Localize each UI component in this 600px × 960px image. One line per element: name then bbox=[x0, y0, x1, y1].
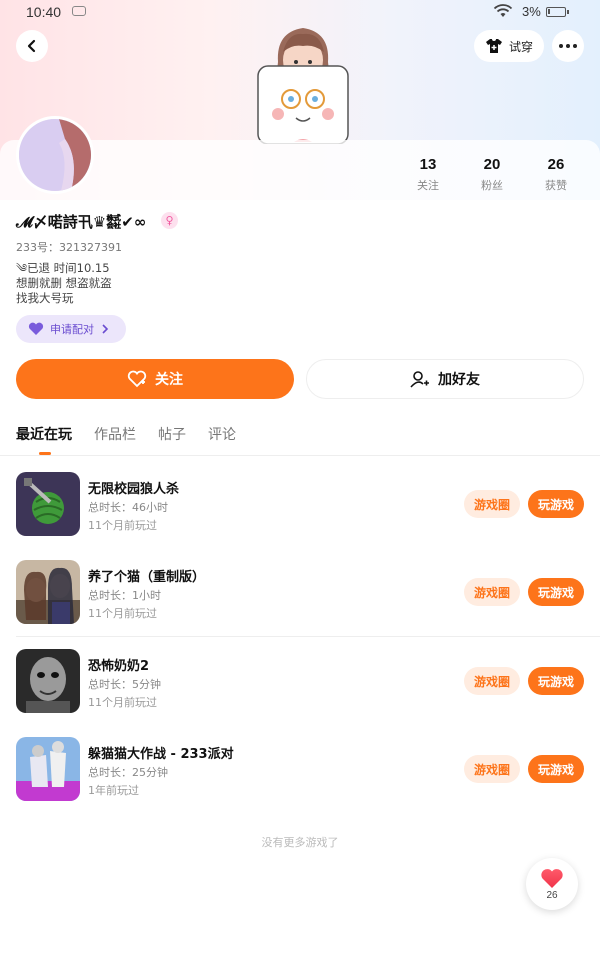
avatar[interactable] bbox=[16, 116, 94, 194]
wifi-icon bbox=[493, 4, 513, 17]
more-options-button[interactable] bbox=[552, 30, 584, 62]
stat-number: 26 bbox=[547, 156, 565, 173]
heart-plus-icon bbox=[127, 370, 147, 388]
watermelon-game-icon bbox=[16, 472, 80, 536]
game-last-played: 11个月前玩过 bbox=[88, 696, 157, 709]
chevron-right-icon bbox=[102, 324, 109, 334]
game-circle-button[interactable]: 游戏圈 bbox=[464, 490, 520, 518]
play-game-button[interactable]: 玩游戏 bbox=[528, 667, 584, 695]
add-user-icon bbox=[410, 371, 429, 388]
avatar-image bbox=[19, 119, 91, 191]
game-circle-button[interactable]: 游戏圈 bbox=[464, 578, 520, 606]
divider bbox=[16, 636, 600, 637]
user-id: 233号：321327391 bbox=[16, 241, 122, 254]
hide-and-seek-game-icon bbox=[16, 737, 80, 801]
like-button[interactable]: 26 bbox=[526, 858, 578, 910]
divider bbox=[0, 455, 600, 456]
bio-line: 找我大号玩 bbox=[16, 291, 74, 305]
game-icon bbox=[16, 472, 80, 536]
game-title: 躲猫猫大作战 - 233派对 bbox=[88, 747, 234, 762]
game-last-played: 11个月前玩过 bbox=[88, 519, 157, 532]
more-dot-icon bbox=[566, 44, 570, 48]
game-last-played: 11个月前玩过 bbox=[88, 607, 157, 620]
game-row[interactable]: 恐怖奶奶2 总时长：5分钟 11个月前玩过 游戏圈 玩游戏 bbox=[16, 649, 584, 719]
stat-number: 20 bbox=[483, 156, 501, 173]
game-duration: 总时长：1小时 bbox=[88, 589, 161, 602]
end-of-list-text: 没有更多游戏了 bbox=[261, 836, 339, 849]
stat-label: 获赞 bbox=[545, 179, 567, 192]
game-row[interactable]: 养了个猫（重制版） 总时长：1小时 11个月前玩过 游戏圈 玩游戏 bbox=[16, 560, 584, 630]
game-duration: 总时长：5分钟 bbox=[88, 678, 161, 691]
game-circle-button[interactable]: 游戏圈 bbox=[464, 667, 520, 695]
follow-label: 关注 bbox=[155, 372, 183, 388]
try-on-button[interactable]: 试穿 bbox=[474, 30, 544, 62]
game-title: 无限校园狼人杀 bbox=[88, 482, 180, 497]
stat-likes: 26 获赞 bbox=[524, 156, 588, 193]
granny-game-icon bbox=[16, 649, 80, 713]
game-title: 恐怖奶奶2 bbox=[88, 659, 150, 674]
stat-number: 13 bbox=[419, 156, 437, 173]
like-count: 26 bbox=[546, 890, 558, 901]
tab-recent-play[interactable]: 最近在玩 bbox=[16, 424, 72, 444]
female-gender-icon: ♀ bbox=[161, 212, 178, 229]
bio: ༄已退 时间10.15 想删就删 想盗就盗 找我大号玩 bbox=[16, 261, 112, 306]
profile-stats: 13 关注 20 粉丝 26 获赞 bbox=[396, 156, 588, 193]
add-friend-button[interactable]: 加好友 bbox=[306, 359, 584, 399]
stat-label: 粉丝 bbox=[481, 179, 503, 192]
more-dot-icon bbox=[573, 44, 577, 48]
notification-icon bbox=[72, 6, 86, 16]
follow-button[interactable]: 关注 bbox=[16, 359, 294, 399]
profile-tabs: 最近在玩 作品栏 帖子 评论 bbox=[16, 424, 236, 444]
character-avatar-3d bbox=[257, 28, 349, 144]
back-button[interactable] bbox=[16, 30, 48, 62]
request-pair-label: 申请配对 bbox=[50, 323, 94, 336]
stat-label: 关注 bbox=[417, 179, 439, 192]
battery-icon bbox=[546, 7, 569, 17]
tab-works[interactable]: 作品栏 bbox=[94, 424, 136, 444]
game-icon bbox=[16, 737, 80, 801]
nickname: 𝓜〆喏詩卂♛㍿✔∞ bbox=[16, 213, 147, 231]
heart-icon bbox=[541, 869, 563, 888]
game-row[interactable]: 躲猫猫大作战 - 233派对 总时长：25分钟 1年前玩过 游戏圈 玩游戏 bbox=[16, 737, 584, 807]
play-game-button[interactable]: 玩游戏 bbox=[528, 755, 584, 783]
stat-followers[interactable]: 20 粉丝 bbox=[460, 156, 524, 193]
play-game-button[interactable]: 玩游戏 bbox=[528, 578, 584, 606]
more-dot-icon bbox=[559, 44, 563, 48]
game-row[interactable]: 无限校园狼人杀 总时长：46小时 11个月前玩过 游戏圈 玩游戏 bbox=[16, 472, 584, 542]
chevron-left-icon bbox=[27, 39, 36, 53]
tab-comments[interactable]: 评论 bbox=[208, 424, 236, 444]
game-duration: 总时长：25分钟 bbox=[88, 766, 168, 779]
play-game-button[interactable]: 玩游戏 bbox=[528, 490, 584, 518]
game-duration: 总时长：46小时 bbox=[88, 501, 168, 514]
game-icon bbox=[16, 560, 80, 624]
game-last-played: 1年前玩过 bbox=[88, 784, 139, 797]
request-pair-button[interactable]: 申请配对 bbox=[16, 315, 126, 343]
add-friend-label: 加好友 bbox=[438, 372, 480, 388]
heart-icon bbox=[28, 322, 44, 335]
game-icon bbox=[16, 649, 80, 713]
game-title: 养了个猫（重制版） bbox=[88, 570, 206, 585]
status-time: 10:40 bbox=[26, 4, 62, 20]
battery-percent: 3% bbox=[522, 4, 541, 19]
anime-girls-game-icon bbox=[16, 560, 80, 624]
stat-following[interactable]: 13 关注 bbox=[396, 156, 460, 193]
game-circle-button[interactable]: 游戏圈 bbox=[464, 755, 520, 783]
try-on-label: 试穿 bbox=[508, 39, 533, 54]
tshirt-icon bbox=[485, 39, 502, 53]
bio-line: 想删就删 想盗就盗 bbox=[16, 276, 112, 290]
bio-line: ༄已退 时间10.15 bbox=[16, 261, 110, 275]
tab-posts[interactable]: 帖子 bbox=[158, 424, 186, 444]
